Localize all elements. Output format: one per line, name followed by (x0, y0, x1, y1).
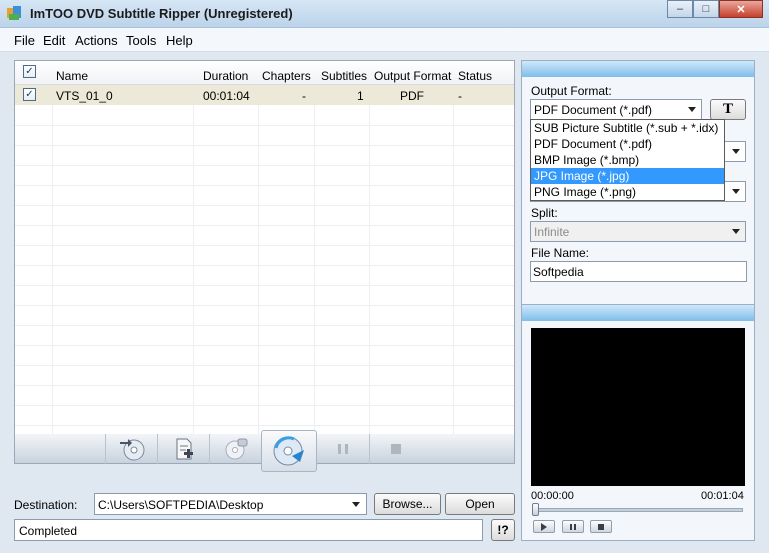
chevron-down-icon (352, 502, 360, 507)
settings-panel-header (522, 61, 754, 77)
app-icon (7, 6, 21, 20)
menu-help[interactable]: Help (166, 33, 193, 48)
destination-path: C:\Users\SOFTPEDIA\Desktop (98, 498, 264, 512)
pause-icon (570, 523, 576, 530)
column-name[interactable]: Name (56, 69, 88, 83)
table-row[interactable]: ✓ VTS_01_0 00:01:04 - 1 PDF - (15, 85, 514, 105)
open-button[interactable]: Open (445, 493, 515, 515)
preview-stop-button[interactable] (590, 520, 612, 533)
add-dvd-icon (119, 439, 144, 461)
rip-button[interactable] (261, 430, 317, 472)
add-file-button[interactable] (157, 434, 209, 464)
file-list[interactable]: ✓ Name Duration Chapters Subtitles Outpu… (14, 60, 515, 435)
column-status: Status (458, 69, 493, 83)
row-status: - (458, 89, 462, 103)
row-chapters: - (302, 89, 306, 103)
help-button[interactable]: !? (491, 519, 515, 541)
list-header: ✓ Name Duration Chapters Subtitles Outpu… (15, 61, 514, 85)
time-total: 00:01:04 (701, 490, 744, 502)
action-toolbar (14, 430, 515, 472)
output-format-value: PDF Document (*.pdf) (534, 103, 653, 117)
rip-icon (273, 436, 304, 466)
seek-thumb[interactable] (532, 503, 539, 516)
column-duration[interactable]: Duration (203, 69, 248, 83)
file-name-input[interactable]: Softpedia (530, 261, 747, 282)
chevron-down-icon (688, 107, 696, 112)
output-format-label: Output Format: (531, 84, 612, 98)
menu-file[interactable]: File (14, 33, 35, 48)
split-combo[interactable]: Infinite (530, 221, 746, 242)
row-checkbox[interactable]: ✓ (23, 88, 36, 101)
remove-icon (225, 438, 247, 460)
column-subtitles[interactable]: Subtitles (321, 69, 367, 83)
stop-button[interactable] (369, 434, 421, 464)
menu-tools[interactable]: Tools (126, 33, 156, 48)
row-duration: 00:01:04 (203, 89, 250, 103)
column-output-format[interactable]: Output Format (374, 69, 451, 83)
dropdown-option[interactable]: PNG Image (*.png) (531, 184, 724, 200)
output-format-dropdown[interactable]: SUB Picture Subtitle (*.sub + *.idx) PDF… (530, 119, 725, 201)
minimize-button[interactable]: – (667, 0, 693, 18)
preview-panel-header (522, 305, 754, 321)
menu-actions[interactable]: Actions (75, 33, 118, 48)
seek-slider[interactable] (533, 508, 743, 512)
preview-pause-button[interactable] (562, 520, 584, 533)
file-name-label: File Name: (531, 246, 590, 260)
dropdown-option-selected[interactable]: JPG Image (*.jpg) (531, 168, 724, 184)
dropdown-option[interactable]: BMP Image (*.bmp) (531, 152, 724, 168)
split-value: Infinite (534, 225, 570, 239)
menu-bar: File Edit Actions Tools Help (0, 28, 769, 52)
pause-icon (338, 444, 348, 454)
dropdown-option[interactable]: PDF Document (*.pdf) (531, 136, 724, 152)
destination-combo[interactable]: C:\Users\SOFTPEDIA\Desktop (94, 493, 367, 515)
chevron-down-icon (732, 229, 740, 234)
column-chapters[interactable]: Chapters (262, 69, 311, 83)
row-name: VTS_01_0 (56, 89, 113, 103)
status-bar: Completed (14, 519, 483, 541)
output-format-combo[interactable]: PDF Document (*.pdf) (530, 99, 702, 120)
browse-button[interactable]: Browse... (374, 493, 441, 515)
stop-icon (390, 444, 401, 454)
dropdown-option[interactable]: SUB Picture Subtitle (*.sub + *.idx) (531, 120, 724, 136)
play-icon (541, 522, 547, 531)
status-text: Completed (19, 524, 78, 538)
chevron-down-icon (732, 149, 740, 154)
time-current: 00:00:00 (531, 490, 574, 502)
close-button[interactable]: ✕ (719, 0, 763, 18)
row-output-format: PDF (400, 89, 424, 103)
maximize-button[interactable]: □ (693, 0, 719, 18)
play-button[interactable] (533, 520, 555, 533)
split-label: Split: (531, 206, 558, 220)
file-name-value: Softpedia (533, 265, 584, 279)
video-preview (531, 328, 745, 486)
add-file-icon (176, 438, 193, 460)
chevron-down-icon (732, 189, 740, 194)
title-bar: ImTOO DVD Subtitle Ripper (Unregistered)… (0, 0, 769, 28)
remove-button[interactable] (209, 434, 261, 464)
select-all-checkbox[interactable]: ✓ (23, 65, 36, 78)
window-title: ImTOO DVD Subtitle Ripper (Unregistered) (30, 6, 293, 21)
menu-edit[interactable]: Edit (43, 33, 65, 48)
row-subtitles: 1 (357, 89, 364, 103)
destination-label: Destination: (14, 498, 78, 512)
stop-icon (598, 523, 604, 530)
pause-button[interactable] (317, 434, 369, 464)
add-dvd-button[interactable] (105, 434, 157, 464)
font-settings-button[interactable]: T (710, 99, 746, 120)
